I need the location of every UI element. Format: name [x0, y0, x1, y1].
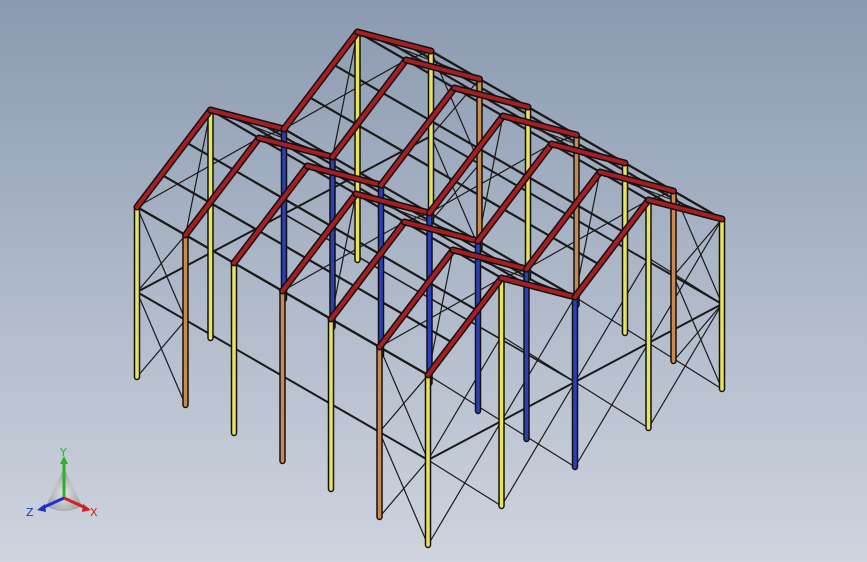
wall-brace[interactable] — [500, 420, 576, 468]
rafter[interactable] — [499, 276, 577, 299]
side-wall-brace[interactable] — [378, 374, 429, 433]
side-wall-brace[interactable] — [136, 234, 187, 293]
rafter[interactable] — [524, 170, 602, 271]
graphics-viewport[interactable] — [0, 0, 867, 562]
rafter[interactable] — [355, 30, 433, 53]
side-wall-brace[interactable] — [378, 459, 429, 518]
wall-brace[interactable] — [574, 296, 650, 344]
y-axis-label: Y — [59, 446, 67, 459]
rafter[interactable] — [573, 198, 651, 299]
rafter[interactable] — [404, 58, 482, 81]
steel-frame-model[interactable] — [0, 0, 867, 562]
rafter[interactable] — [501, 114, 579, 137]
rafter[interactable] — [549, 142, 627, 165]
rafter[interactable] — [257, 136, 335, 159]
wall-brace[interactable] — [427, 374, 503, 422]
wall-brace[interactable] — [574, 381, 650, 429]
rafter[interactable] — [379, 86, 457, 187]
z-axis-label: Z — [26, 506, 34, 519]
rafter[interactable] — [330, 58, 408, 159]
rafter[interactable] — [183, 136, 261, 237]
rafter[interactable] — [426, 276, 504, 377]
columns — [133, 28, 726, 549]
rafter[interactable] — [451, 248, 529, 271]
coordinate-triad: Y X Z — [22, 446, 106, 526]
rafter[interactable] — [354, 192, 432, 215]
coordinate-triad-icon: Y X Z — [26, 446, 98, 519]
rafter[interactable] — [402, 220, 480, 243]
rafter[interactable] — [427, 114, 505, 215]
rafter[interactable] — [377, 248, 455, 349]
rafter[interactable] — [598, 170, 676, 193]
x-axis-label: X — [90, 506, 98, 519]
rafter[interactable] — [208, 108, 286, 131]
rafter[interactable] — [232, 164, 310, 265]
wall-brace[interactable] — [647, 342, 723, 390]
side-wall-brace[interactable] — [672, 218, 723, 277]
rafter[interactable] — [646, 198, 724, 221]
rafter[interactable] — [452, 86, 530, 109]
rafter[interactable] — [329, 220, 407, 321]
wall-brace[interactable] — [427, 459, 503, 507]
side-wall-brace[interactable] — [672, 303, 723, 362]
side-wall-brace[interactable] — [136, 319, 187, 378]
rafter[interactable] — [476, 142, 554, 243]
rafter[interactable] — [282, 30, 360, 131]
rafter[interactable] — [135, 108, 213, 209]
z-axis-arrowhead — [37, 504, 46, 512]
